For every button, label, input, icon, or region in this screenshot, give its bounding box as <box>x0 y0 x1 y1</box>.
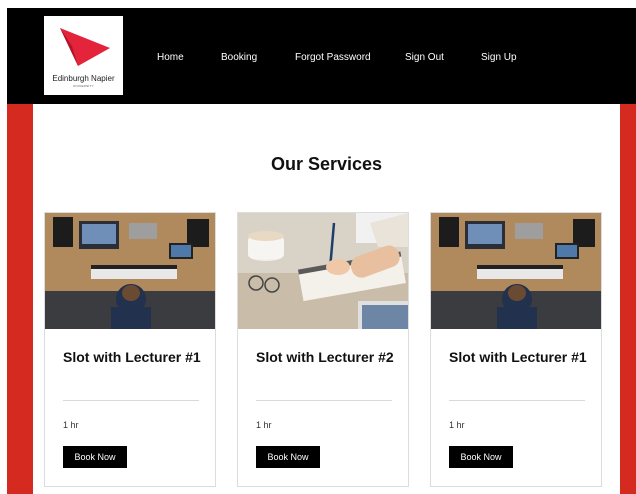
book-now-button[interactable]: Book Now <box>449 446 513 468</box>
book-now-button[interactable]: Book Now <box>63 446 127 468</box>
nav-sign-up[interactable]: Sign Up <box>481 52 517 63</box>
service-image <box>238 213 408 329</box>
site-header: Edinburgh Napier UNIVERSITY Home Booking… <box>7 8 636 104</box>
logo-subtext: UNIVERSITY <box>72 84 94 88</box>
nav-sign-out[interactable]: Sign Out <box>405 52 444 63</box>
book-now-button[interactable]: Book Now <box>256 446 320 468</box>
service-image <box>431 213 601 329</box>
service-card: Slot with Lecturer #2 1 hr Book Now <box>237 212 409 487</box>
service-duration: 1 hr <box>449 420 465 430</box>
top-caption-strip <box>0 0 636 8</box>
nav-booking[interactable]: Booking <box>221 52 257 63</box>
page-title: Our Services <box>270 154 383 174</box>
service-image <box>45 213 215 329</box>
nav-home[interactable]: Home <box>157 52 184 63</box>
service-title: Slot with Lecturer #1 <box>63 349 201 365</box>
service-title: Slot with Lecturer #1 <box>449 349 587 365</box>
services-section: Our Services Slot with Lecturer #1 1 hr … <box>33 104 620 494</box>
nav-forgot-password[interactable]: Forgot Password <box>295 52 371 63</box>
service-duration: 1 hr <box>256 420 272 430</box>
page-background: Our Services Slot with Lecturer #1 1 hr … <box>7 104 636 494</box>
divider <box>449 400 585 401</box>
divider <box>63 400 199 401</box>
service-title: Slot with Lecturer #2 <box>256 349 394 365</box>
service-card: Slot with Lecturer #1 1 hr Book Now <box>430 212 602 487</box>
service-card: Slot with Lecturer #1 1 hr Book Now <box>44 212 216 487</box>
service-duration: 1 hr <box>63 420 79 430</box>
logo-text: Edinburgh Napier <box>52 74 115 83</box>
divider <box>256 400 392 401</box>
university-logo[interactable]: Edinburgh Napier UNIVERSITY <box>44 16 123 95</box>
